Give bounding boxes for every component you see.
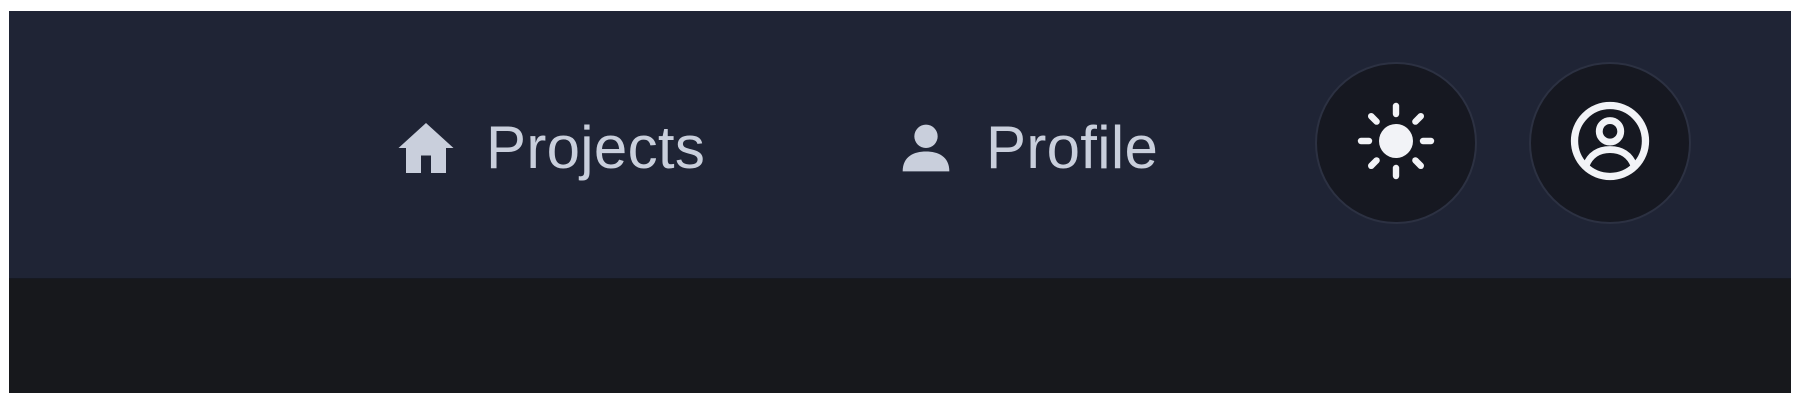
nav-link-projects[interactable]: Projects: [394, 108, 705, 188]
theme-toggle-button[interactable]: [1315, 62, 1477, 224]
home-icon: [394, 116, 458, 180]
sun-icon: [1356, 101, 1436, 186]
nav-link-profile[interactable]: Profile: [894, 108, 1158, 188]
user-circle-icon: [1567, 98, 1653, 189]
account-button[interactable]: [1529, 62, 1691, 224]
nav-link-label: Profile: [986, 114, 1159, 181]
top-navbar: Projects Profile: [9, 11, 1791, 279]
user-icon: [894, 116, 958, 180]
nav-link-label: Projects: [486, 114, 706, 181]
app-window: Projects Profile: [9, 11, 1791, 393]
page-content: [9, 279, 1791, 393]
